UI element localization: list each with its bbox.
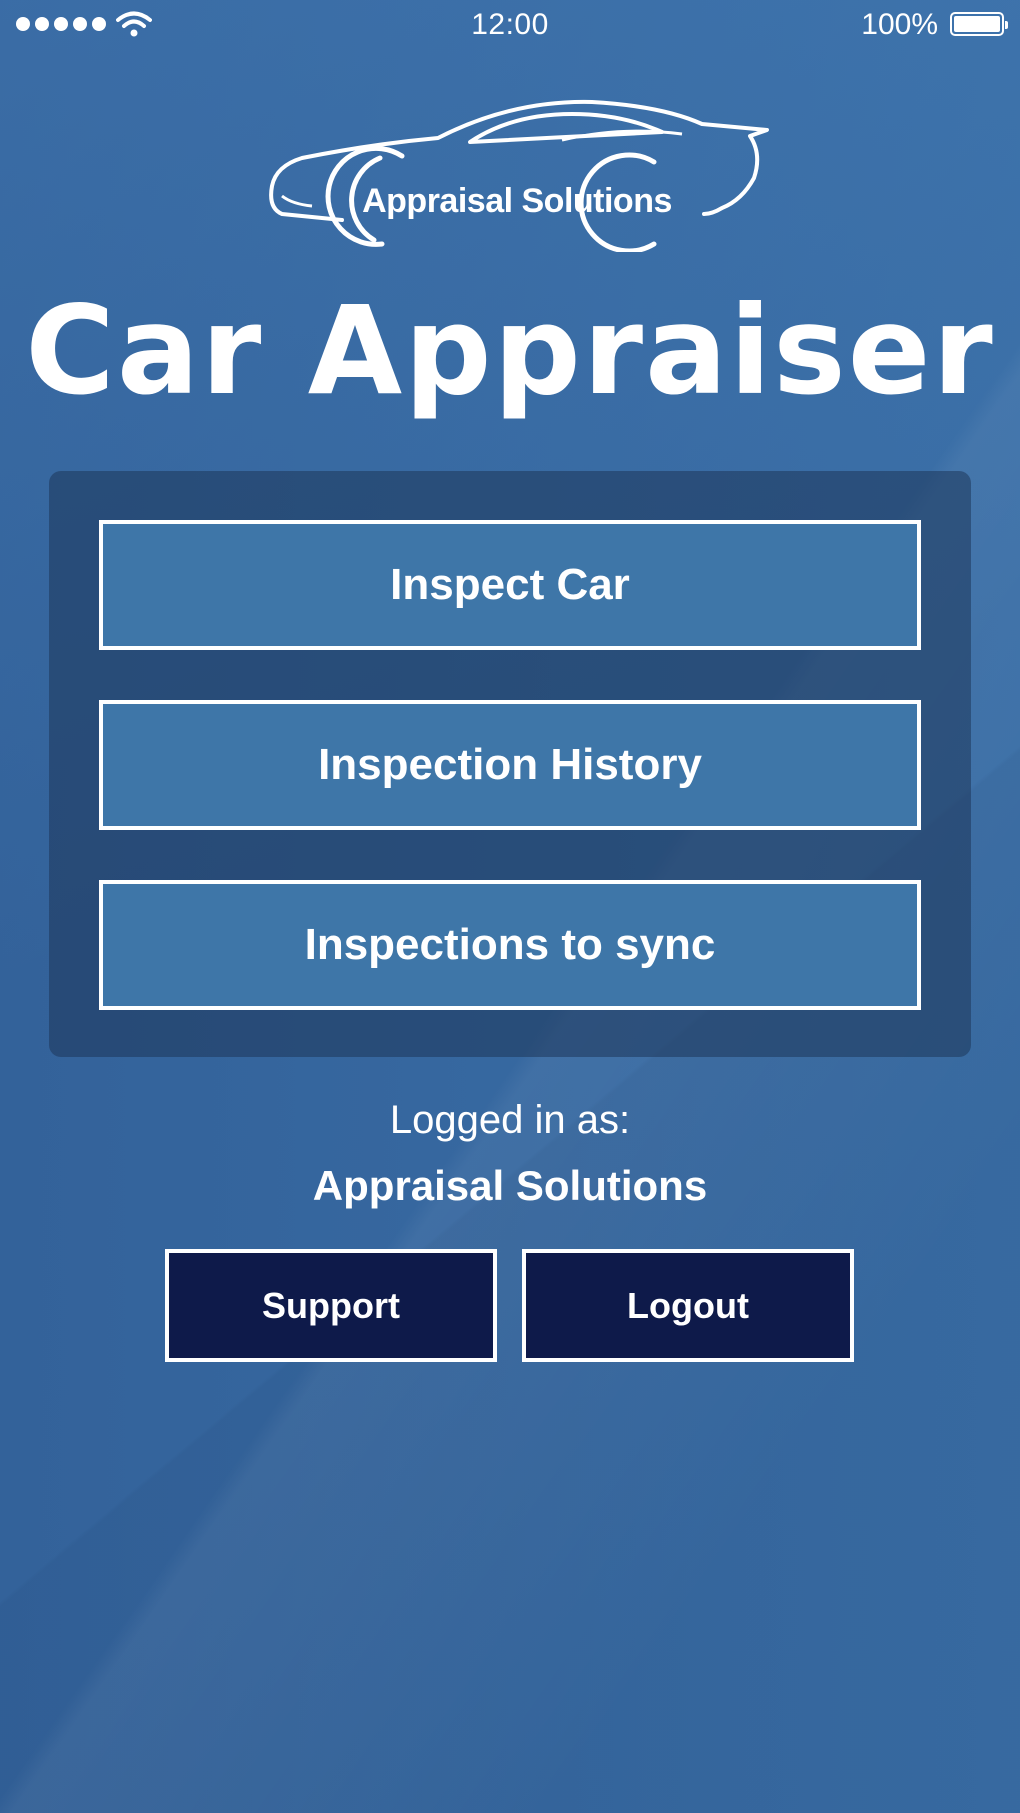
battery-icon (950, 12, 1008, 36)
logged-in-label: Logged in as: (389, 1098, 631, 1142)
menu-panel: Inspect Car Inspection History Inspectio… (49, 471, 971, 1057)
battery-percent: 100% (861, 8, 938, 41)
app-logo: Appraisal Solutions (262, 96, 772, 254)
page-title: Car Appraiser (25, 280, 995, 422)
support-button[interactable]: Support (165, 1249, 497, 1362)
inspect-car-button[interactable]: Inspect Car (99, 520, 921, 650)
status-bar: 12:00 100% (0, 0, 1020, 50)
logged-in-user: Appraisal Solutions (312, 1162, 708, 1209)
inspections-to-sync-button[interactable]: Inspections to sync (99, 880, 921, 1010)
logo-text: Appraisal Solutions (362, 182, 672, 220)
battery-fill (954, 16, 1000, 32)
logout-button[interactable]: Logout (522, 1249, 854, 1362)
car-outline-icon (269, 99, 769, 254)
inspection-history-button[interactable]: Inspection History (99, 700, 921, 830)
